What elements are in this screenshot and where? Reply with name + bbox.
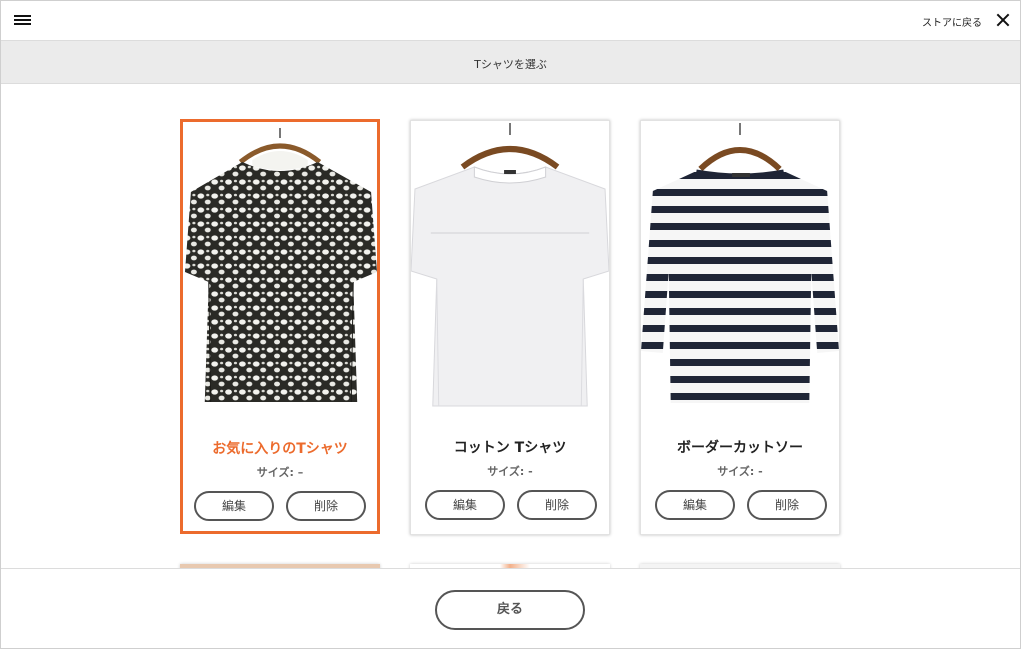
hamburger-menu-icon[interactable] — [13, 13, 33, 29]
page-title: Tシャツを選ぶ — [474, 58, 547, 71]
tshirt-card[interactable]: お気に入りのTシャツ サイズ: – 編集 削除 — [180, 119, 380, 534]
tshirt-card[interactable]: コットン Tシャツ サイズ: - 編集 削除 — [410, 120, 610, 535]
page-subheader: Tシャツを選ぶ — [1, 40, 1020, 84]
edit-button[interactable]: 編集 — [655, 490, 735, 520]
back-to-store-link[interactable]: ストアに戻る — [922, 14, 982, 29]
tshirt-grid: お気に入りのTシャツ サイズ: – 編集 削除 コットン Tシャツ サイズ: -… — [1, 85, 1020, 568]
footer-bar: 戻る — [1, 568, 1020, 648]
card-actions: 編集 削除 — [183, 491, 377, 521]
back-button[interactable]: 戻る — [435, 590, 585, 630]
delete-button[interactable]: 削除 — [747, 490, 827, 520]
tshirt-name: お気に入りのTシャツ — [212, 441, 348, 457]
edit-button[interactable]: 編集 — [425, 490, 505, 520]
tshirt-size: サイズ: – — [256, 466, 304, 479]
tshirt-size: サイズ: - — [487, 465, 533, 478]
card-actions: 編集 削除 — [641, 490, 839, 520]
white-cotton-tshirt-photo — [411, 121, 609, 421]
navy-striped-boatneck-photo — [641, 121, 839, 421]
tshirt-card[interactable]: ボーダーカットソー サイズ: - 編集 削除 — [640, 120, 840, 535]
close-icon[interactable] — [994, 11, 1012, 29]
tshirt-name: ボーダーカットソー — [677, 440, 803, 456]
delete-button[interactable]: 削除 — [286, 491, 366, 521]
tshirt-size: サイズ: - — [717, 465, 763, 478]
edit-button[interactable]: 編集 — [194, 491, 274, 521]
card-actions: 編集 削除 — [411, 490, 609, 520]
top-bar: ストアに戻る — [1, 1, 1020, 40]
app-window: ストアに戻る Tシャツを選ぶ お気に入りのTシャツ サイズ: – 編集 削除 コ… — [0, 0, 1021, 649]
delete-button[interactable]: 削除 — [517, 490, 597, 520]
tshirt-name: コットン Tシャツ — [453, 440, 567, 456]
leopard-print-tshirt-photo — [183, 122, 377, 422]
